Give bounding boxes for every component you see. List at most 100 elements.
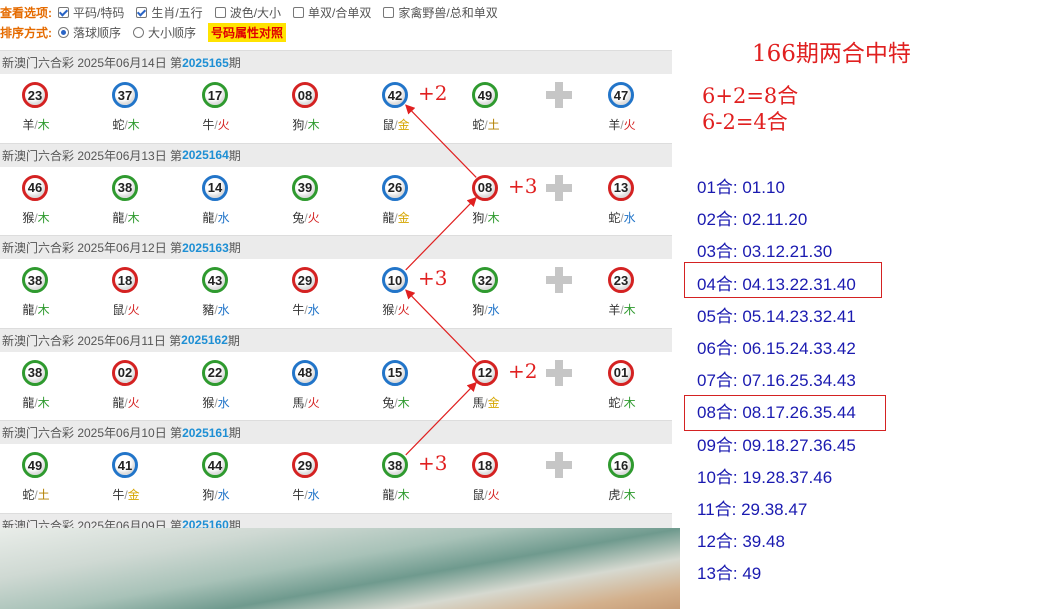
- element-label: 火: [623, 118, 636, 132]
- ball-cell: 39 兔/火: [286, 169, 326, 229]
- lottery-ball: 08: [292, 82, 318, 108]
- zodiac-element-tag: 猴/水: [196, 394, 236, 411]
- zodiac-element-tag: 羊/木: [602, 301, 642, 318]
- element-label: 金: [397, 118, 410, 132]
- zodiac-label: 狗: [292, 118, 305, 132]
- plus-icon: [546, 359, 572, 386]
- view-checkbox[interactable]: [293, 6, 305, 18]
- element-label: 木: [37, 303, 50, 317]
- lottery-ball: 49: [472, 82, 498, 108]
- draw-header: 新澳门六合彩 2025年06月11日 第 2025162 期: [0, 327, 672, 352]
- zodiac-label: 牛: [202, 118, 215, 132]
- view-option-3[interactable]: 单双/合单双: [293, 4, 371, 21]
- element-label: 木: [307, 118, 320, 132]
- element-label: 火: [307, 395, 320, 410]
- lottery-ball: 22: [202, 359, 228, 386]
- view-option-4[interactable]: 家禽野兽/总和单双: [383, 4, 498, 21]
- sort-option-1[interactable]: 大小顺序: [133, 24, 196, 41]
- draw-header-suffix: 期: [228, 518, 241, 529]
- zodiac-element-tag: 龍/木: [16, 301, 56, 318]
- sort-option-label: 落球顺序: [73, 25, 122, 40]
- zodiac-element-tag: 羊/火: [602, 116, 642, 133]
- zodiac-element-tag: 牛/水: [286, 301, 326, 318]
- zodiac-label: 虎: [608, 488, 621, 502]
- lottery-ball: 01: [608, 359, 634, 386]
- element-label: 木: [397, 488, 410, 502]
- draw-header-prefix: 新澳门六合彩 2025年06月13日 第: [2, 148, 183, 163]
- sort-option-label: 大小顺序: [148, 25, 197, 40]
- lottery-ball: 44: [202, 452, 228, 478]
- zodiac-element-tag: 蛇/木: [602, 394, 642, 411]
- lottery-ball: 39: [292, 174, 318, 201]
- zodiac-element-tag: 馬/火: [286, 394, 326, 411]
- view-checkbox[interactable]: [136, 6, 148, 18]
- ball-cell: 23 羊/木: [602, 261, 642, 321]
- view-option-1[interactable]: 生肖/五行: [136, 4, 203, 21]
- lottery-ball: 47: [608, 82, 634, 108]
- ball-cell: 46 猴/木: [16, 169, 56, 229]
- draw-header: 新澳门六合彩 2025年06月13日 第 2025164 期: [0, 142, 672, 167]
- element-label: 木: [127, 118, 140, 132]
- ball-cell: 13 蛇/水: [602, 169, 642, 229]
- lottery-ball: 38: [382, 452, 408, 478]
- view-option-0[interactable]: 平码/特码: [58, 4, 124, 21]
- sort-radio[interactable]: [133, 26, 145, 38]
- plus-icon: [546, 452, 572, 478]
- he-list-item: 12合: 39.48: [697, 532, 785, 552]
- ball-cell: 48 馬/火: [286, 354, 326, 414]
- element-label: 水: [623, 210, 636, 225]
- element-label: 木: [623, 395, 636, 410]
- highlight-box-08: [684, 395, 886, 431]
- view-option-label: 单双/合单双: [308, 5, 372, 20]
- zodiac-label: 馬: [472, 395, 485, 410]
- lottery-ball: 15: [382, 359, 408, 386]
- lottery-ball: 26: [382, 174, 408, 201]
- zodiac-element-tag: 牛/金: [106, 486, 146, 503]
- element-label: 水: [217, 210, 230, 225]
- lottery-ball: 29: [292, 267, 318, 293]
- element-label: 木: [487, 210, 500, 225]
- ball-cell: 02 龍/火: [106, 354, 146, 414]
- draw-header-suffix: 期: [227, 333, 240, 348]
- element-label: 木: [37, 118, 50, 132]
- zodiac-element-tag: 狗/木: [286, 116, 326, 133]
- element-label: 木: [623, 488, 636, 502]
- element-label: 水: [307, 303, 320, 317]
- sort-radio[interactable]: [58, 26, 69, 38]
- lottery-ball: 38: [22, 267, 48, 293]
- zodiac-element-tag: 龍/木: [106, 209, 146, 226]
- ball-cell: 29 牛/水: [286, 446, 326, 506]
- view-checkbox[interactable]: [214, 6, 226, 18]
- view-checkbox[interactable]: [58, 6, 69, 18]
- draw-header: 新澳门六合彩 2025年06月12日 第 2025163 期: [0, 235, 672, 259]
- draw-number: 2025160: [182, 518, 229, 528]
- zodiac-element-tag: 馬/金: [466, 394, 506, 411]
- offset-annotation: +2: [508, 358, 538, 383]
- element-label: 水: [217, 488, 230, 502]
- zodiac-element-tag: 龍/水: [196, 209, 236, 226]
- he-list-item: 06合: 06.15.24.33.42: [697, 339, 856, 358]
- ball-cell: 10 猴/火: [376, 261, 416, 321]
- zodiac-label: 狗: [472, 303, 485, 317]
- ball-cell: 15 兔/木: [376, 354, 416, 414]
- element-label: 木: [623, 303, 636, 317]
- element-label: 木: [37, 395, 50, 410]
- sort-option-0[interactable]: 落球顺序: [58, 24, 121, 41]
- view-option-2[interactable]: 波色/大小: [214, 4, 282, 21]
- ball-cell: 49 蛇/土: [16, 446, 56, 506]
- view-checkbox[interactable]: [383, 6, 395, 18]
- lottery-ball: 18: [112, 267, 138, 293]
- lottery-ball: 29: [292, 452, 318, 478]
- view-option-label: 波色/大小: [229, 5, 282, 20]
- attribute-table-button[interactable]: 号码属性对照: [208, 22, 287, 42]
- zodiac-label: 蛇: [608, 395, 621, 410]
- zodiac-element-tag: 蛇/土: [466, 116, 506, 133]
- zodiac-element-tag: 蛇/木: [106, 116, 146, 133]
- plus-icon: [546, 267, 572, 293]
- ball-cell: 38 龍/木: [376, 446, 416, 506]
- zodiac-label: 龍: [202, 210, 215, 225]
- zodiac-element-tag: 虎/木: [602, 486, 642, 503]
- annotation-arrows: [405, 104, 477, 456]
- zodiac-element-tag: 狗/木: [466, 209, 506, 226]
- lottery-ball: 17: [202, 82, 228, 108]
